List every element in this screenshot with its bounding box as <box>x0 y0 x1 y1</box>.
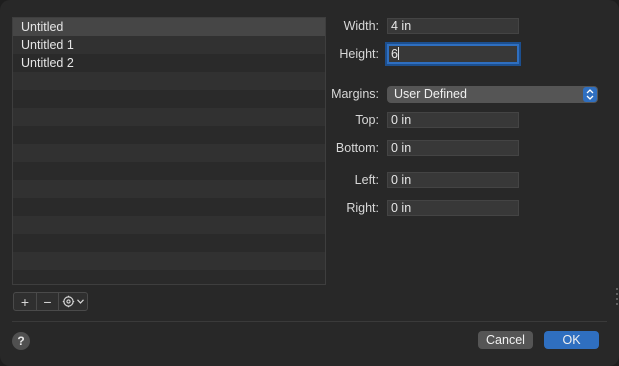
footer-divider <box>12 321 607 322</box>
bottom-margin-field[interactable]: 0 in <box>387 140 519 156</box>
bottom-margin-label: Bottom: <box>335 141 379 155</box>
remove-button[interactable]: − <box>36 293 58 310</box>
margins-label: Margins: <box>331 87 379 101</box>
plus-icon: + <box>20 293 30 310</box>
action-menu-button[interactable] <box>58 293 87 310</box>
chevron-down-icon <box>77 299 84 304</box>
text-caret <box>397 47 399 60</box>
list-item-untitled-2[interactable]: Untitled 2 <box>13 54 325 72</box>
up-down-chevron-icon <box>586 89 594 100</box>
list-stripe <box>13 216 325 234</box>
list-stripe <box>13 108 325 126</box>
width-label: Width: <box>343 19 379 33</box>
paper-size-list[interactable]: Untitled Untitled 1 Untitled 2 <box>12 17 326 285</box>
select-stepper <box>583 87 597 102</box>
list-stripe <box>13 72 325 90</box>
list-stripe <box>13 180 325 198</box>
height-field[interactable]: 6 <box>387 44 519 64</box>
cancel-button[interactable]: Cancel <box>478 331 533 349</box>
list-control-buttons: + − <box>13 292 88 311</box>
gear-icon <box>62 295 75 308</box>
minus-icon: − <box>43 293 52 310</box>
help-button[interactable]: ? <box>12 332 30 350</box>
ok-button[interactable]: OK <box>544 331 599 349</box>
height-field-value: 6 <box>391 47 398 61</box>
list-stripe <box>13 252 325 270</box>
list-item-untitled-1[interactable]: Untitled 1 <box>13 36 325 54</box>
margins-select-value: User Defined <box>394 87 467 101</box>
top-margin-field[interactable]: 0 in <box>387 112 519 128</box>
list-item-untitled[interactable]: Untitled <box>13 18 325 36</box>
margins-select[interactable]: User Defined <box>387 86 598 103</box>
list-stripe <box>13 144 325 162</box>
custom-paper-sizes-dialog: Untitled Untitled 1 Untitled 2 + − Width… <box>0 0 619 366</box>
right-margin-label: Right: <box>346 201 379 215</box>
height-label: Height: <box>339 47 379 61</box>
width-field[interactable]: 4 in <box>387 18 519 34</box>
question-mark-icon: ? <box>17 334 25 348</box>
top-margin-label: Top: <box>355 113 379 127</box>
resize-grip-icon[interactable] <box>615 285 619 309</box>
right-margin-field[interactable]: 0 in <box>387 200 519 216</box>
add-button[interactable]: + <box>14 293 36 310</box>
left-margin-label: Left: <box>354 173 379 187</box>
left-margin-field[interactable]: 0 in <box>387 172 519 188</box>
